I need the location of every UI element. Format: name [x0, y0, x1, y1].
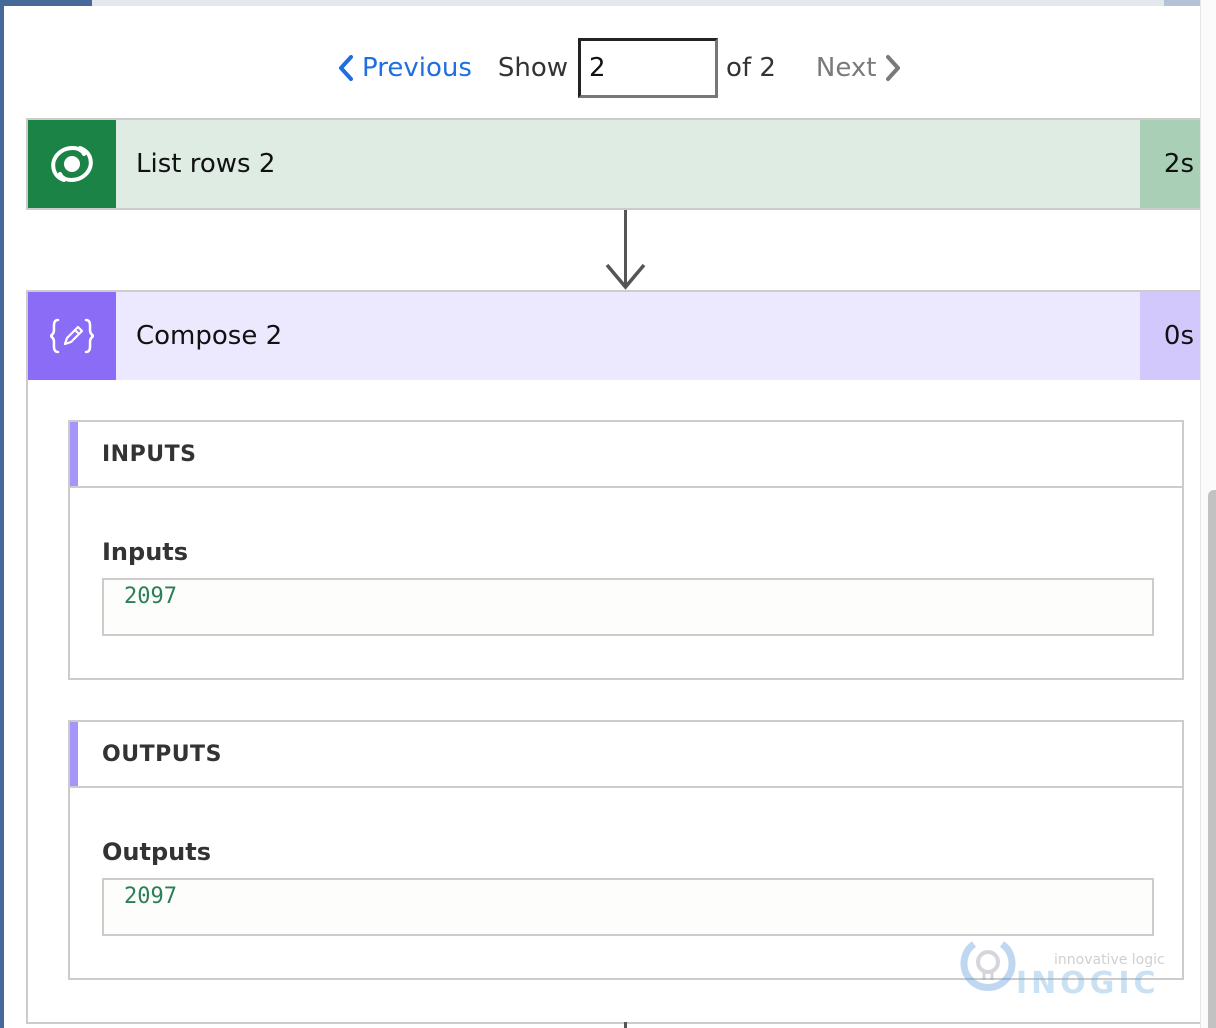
previous-button[interactable]: Previous [338, 53, 472, 83]
top-edge-strip-light [92, 0, 1164, 6]
action-duration: 2s [1140, 120, 1200, 208]
inputs-section-header[interactable]: INPUTS [70, 422, 1182, 488]
chevron-right-icon [885, 55, 900, 81]
scrollbar-thumb[interactable] [1208, 490, 1216, 1028]
arrow-down-icon [605, 263, 646, 290]
outputs-field-label: Outputs [102, 838, 211, 866]
action-header[interactable]: List rows 2 2s [28, 120, 1200, 208]
action-header[interactable]: Compose 2 0s [28, 292, 1200, 380]
page-number-input[interactable] [578, 38, 719, 98]
show-label: Show [497, 53, 569, 83]
next-label: Next [815, 53, 877, 83]
top-edge-strip-right [1164, 0, 1200, 6]
inputs-section-title: INPUTS [102, 441, 197, 467]
flow-connector-bottom [624, 1022, 627, 1028]
action-title: Compose 2 [136, 321, 283, 351]
top-edge-strip [0, 0, 92, 6]
action-duration: 0s [1140, 292, 1200, 380]
run-pager: Previous Show of 2 Next [338, 38, 901, 98]
inputs-section: INPUTS Inputs 2097 [68, 420, 1184, 680]
outputs-section-header[interactable]: OUTPUTS [70, 722, 1182, 788]
outputs-section-title: OUTPUTS [102, 741, 222, 767]
action-card-list-rows[interactable]: List rows 2 2s [26, 118, 1200, 210]
left-edge-strip [0, 0, 4, 1028]
action-title: List rows 2 [136, 149, 276, 179]
next-button[interactable]: Next [816, 53, 901, 83]
outputs-value: 2097 [124, 884, 177, 909]
previous-label: Previous [362, 53, 472, 83]
compose-braces-pencil-icon [28, 292, 116, 380]
inputs-field-label: Inputs [102, 538, 189, 566]
dataverse-icon [28, 120, 116, 208]
chevron-left-icon [339, 55, 353, 81]
inputs-value-box[interactable]: 2097 [102, 578, 1154, 636]
inputs-value: 2097 [124, 584, 177, 609]
outputs-section: OUTPUTS Outputs 2097 [68, 720, 1184, 980]
outputs-value-box[interactable]: 2097 [102, 878, 1154, 936]
page-count-label: of 2 [726, 53, 776, 83]
